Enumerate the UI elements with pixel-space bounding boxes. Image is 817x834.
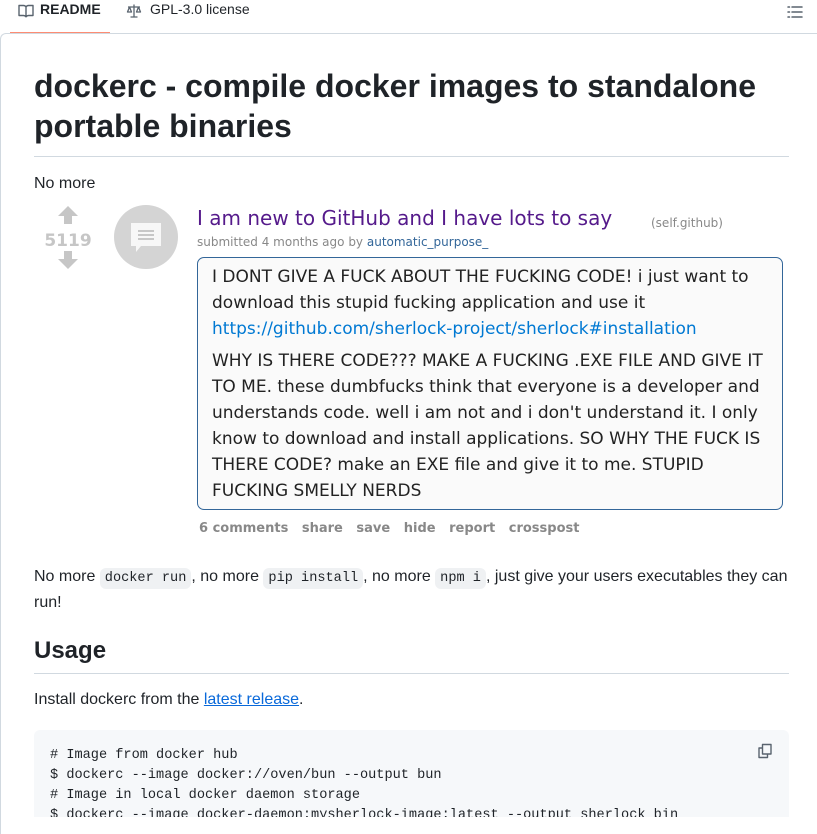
upvote-arrow-icon[interactable] [58,206,78,224]
repo-tab-bar: README GPL-3.0 license [0,0,817,34]
selftext-paragraph-2: WHY IS THERE CODE??? MAKE A FUCKING .EXE… [212,351,763,501]
hide-button[interactable]: hide [404,521,436,536]
post-author-link[interactable]: automatic_purpose_ [367,235,488,249]
post-score: 5119 [44,231,92,251]
save-button[interactable]: save [356,521,390,536]
inline-code: pip install [263,568,364,589]
book-icon [18,4,34,18]
selftext-paragraph: I DONT GIVE A FUCK ABOUT THE FUCKING COD… [212,264,772,342]
para-text: , no more [363,568,436,585]
usage-heading: Usage [34,637,107,664]
inline-code: npm i [435,568,486,589]
code-content[interactable]: # Image from docker hub $ dockerc --imag… [50,746,678,817]
selftext-text: I DONT GIVE A FUCK ABOUT THE FUCKING COD… [212,267,749,313]
share-button[interactable]: share [302,521,343,536]
post-domain[interactable]: (self.github) [651,216,723,230]
copy-icon[interactable] [757,743,773,759]
inline-code: docker run [99,568,192,589]
readme-title: dockerc - compile docker images to stand… [34,68,756,144]
code-line: $ dockerc --image docker://oven/bun --ou… [50,768,442,783]
tab-license-label: GPL-3.0 license [150,1,250,17]
post-selftext: I DONT GIVE A FUCK ABOUT THE FUCKING COD… [197,257,783,510]
code-line: # Image from docker hub [50,748,238,763]
install-text: Install dockerc from the [34,691,204,708]
install-paragraph: Install dockerc from the latest release. [34,691,303,709]
code-line: # Image in local docker daemon storage [50,788,360,803]
tab-readme-label: README [40,1,101,17]
install-period: . [299,691,304,708]
code-line: $ dockerc --image docker-daemon:mysherlo… [50,808,679,817]
submitted-text: submitted 4 months ago by [197,235,367,249]
title-divider [34,156,789,157]
intro-text: No more [34,175,96,192]
post-title-link[interactable]: I am new to GitHub and I have lots to sa… [197,206,612,230]
comments-button[interactable]: 6 comments [199,521,288,536]
selftext-link[interactable]: https://github.com/sherlock-project/sher… [212,319,697,339]
tab-readme[interactable]: README [10,0,110,34]
downvote-arrow-icon[interactable] [58,251,78,269]
para-text: , no more [191,568,264,585]
crosspost-button[interactable]: crosspost [509,521,580,536]
post-tagline: submitted 4 months ago by automatic_purp… [197,235,488,249]
list-icon[interactable] [787,4,803,20]
usage-divider [34,673,789,674]
report-button[interactable]: report [449,521,495,536]
latest-release-link[interactable]: latest release [204,691,299,708]
self-post-icon [131,223,161,252]
para-text: No more [34,568,100,585]
tagline-paragraph: No more docker run, no more pip install,… [34,565,789,615]
post-buttons: 6 comments share save hide report crossp… [199,521,588,536]
scale-icon [126,4,142,18]
code-block: # Image from docker hub $ dockerc --imag… [34,730,789,817]
tab-license[interactable]: GPL-3.0 license [126,0,250,35]
self-post-thumbnail[interactable] [114,205,178,269]
vote-column: 5119 [40,206,96,274]
